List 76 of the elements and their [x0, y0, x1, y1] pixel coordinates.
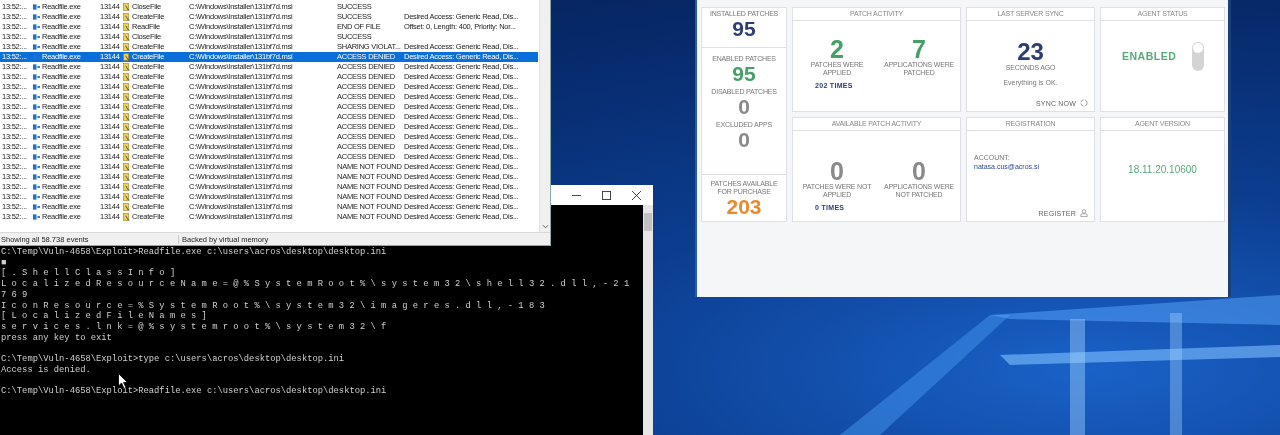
application-icon — [33, 203, 40, 211]
file-icon — [123, 103, 130, 111]
console-line: press any key to exit — [1, 332, 112, 344]
console-line: I c o n R e s o u r c e = % S y s t e m R o o t % \ s y s t e m 3 2 \ i m a g e r e s . d l l , - 1 8 3 — [1, 300, 545, 311]
file-icon — [123, 203, 130, 211]
file-icon — [123, 143, 130, 151]
console-line: C:\Temp\Vuln-4658\Exploit>Readfile.exe c:\users\acros\desktop\desktop.ini — [1, 386, 387, 397]
console-line: [ L o c a l i z e d F i l e N a m e s ] — [1, 311, 207, 322]
application-icon — [33, 43, 40, 51]
file-icon — [123, 213, 130, 221]
stat-value: 203 — [726, 196, 762, 218]
file-icon — [123, 93, 130, 101]
application-icon — [33, 213, 40, 221]
scrollbar[interactable] — [539, 0, 550, 232]
stat-value: 0 — [830, 159, 844, 183]
file-icon — [123, 13, 130, 21]
stat-value: 0 — [738, 128, 750, 151]
application-icon — [33, 83, 40, 91]
console-line: s e r v i c e s . l n k = @ % s y s t e m r o o t % \ s y s t e m 3 2 \ f — [1, 321, 387, 333]
application-icon — [33, 163, 40, 171]
file-icon — [123, 63, 130, 71]
application-icon — [33, 13, 40, 21]
file-icon — [123, 33, 130, 41]
chevron-down-icon[interactable] — [541, 224, 549, 229]
file-icon — [123, 23, 130, 31]
file-icon — [123, 53, 130, 61]
file-icon — [123, 123, 130, 131]
version-number: 18.11.20.10600 — [1128, 164, 1197, 175]
file-icon — [123, 183, 130, 191]
file-icon — [123, 173, 130, 181]
file-icon — [123, 73, 130, 81]
console-line: [ . S h e l l C l a s s I n f o ] — [1, 268, 176, 279]
file-icon — [123, 163, 130, 171]
application-icon — [33, 183, 40, 191]
application-icon — [33, 93, 40, 101]
console-line: Access is denied. — [1, 364, 91, 376]
agent-status-text: ENABLED — [1122, 50, 1177, 62]
application-icon — [33, 113, 40, 121]
application-icon — [33, 23, 40, 31]
scrollbar[interactable] — [643, 205, 653, 435]
stat-value: 95 — [732, 18, 756, 40]
application-icon — [33, 153, 40, 161]
file-icon — [123, 113, 130, 121]
close-icon[interactable] — [632, 190, 641, 200]
application-icon — [33, 3, 40, 11]
stat-value: 0 — [738, 95, 750, 118]
console-line: 7 6 9 — [1, 289, 28, 301]
application-icon — [33, 63, 40, 71]
refresh-icon[interactable] — [1080, 99, 1088, 107]
application-icon — [33, 53, 40, 61]
stat-value: 23 — [1017, 41, 1044, 63]
maximize-icon[interactable] — [602, 190, 611, 200]
file-icon — [123, 3, 130, 11]
application-icon — [33, 173, 40, 181]
file-icon — [123, 83, 130, 91]
application-icon — [33, 133, 40, 141]
application-icon — [33, 103, 40, 111]
console-line: C:\Temp\Vuln-4658\Exploit>Readfile.exe c:\users\acros\desktop\desktop.ini — [1, 247, 387, 258]
application-icon — [33, 143, 40, 151]
console-line: C:\Temp\Vuln-4658\Exploit>type c:\users\acros\desktop\desktop.ini — [1, 354, 345, 365]
application-icon — [33, 33, 40, 41]
toggle-switch[interactable] — [1192, 41, 1204, 71]
file-icon — [123, 193, 130, 201]
console-line: ■ — [1, 257, 7, 268]
stat-value: 2 — [830, 37, 844, 61]
stat-value: 0 — [912, 159, 926, 183]
application-icon — [33, 193, 40, 201]
stat-value: 7 — [912, 37, 926, 61]
file-icon — [123, 43, 130, 51]
application-icon — [33, 73, 40, 81]
application-icon — [33, 123, 40, 131]
console-line: L o c a l i z e d R e s o u r c e N a m e = @ % S y s t e m R o o t % \ s y s t e m 3 2 \ s h e l l 3 2 . d l l , - 2 1 — [1, 279, 630, 290]
user-icon[interactable] — [1080, 209, 1088, 217]
file-icon — [123, 153, 130, 161]
file-icon — [123, 133, 130, 141]
stat-value: 95 — [732, 62, 756, 85]
